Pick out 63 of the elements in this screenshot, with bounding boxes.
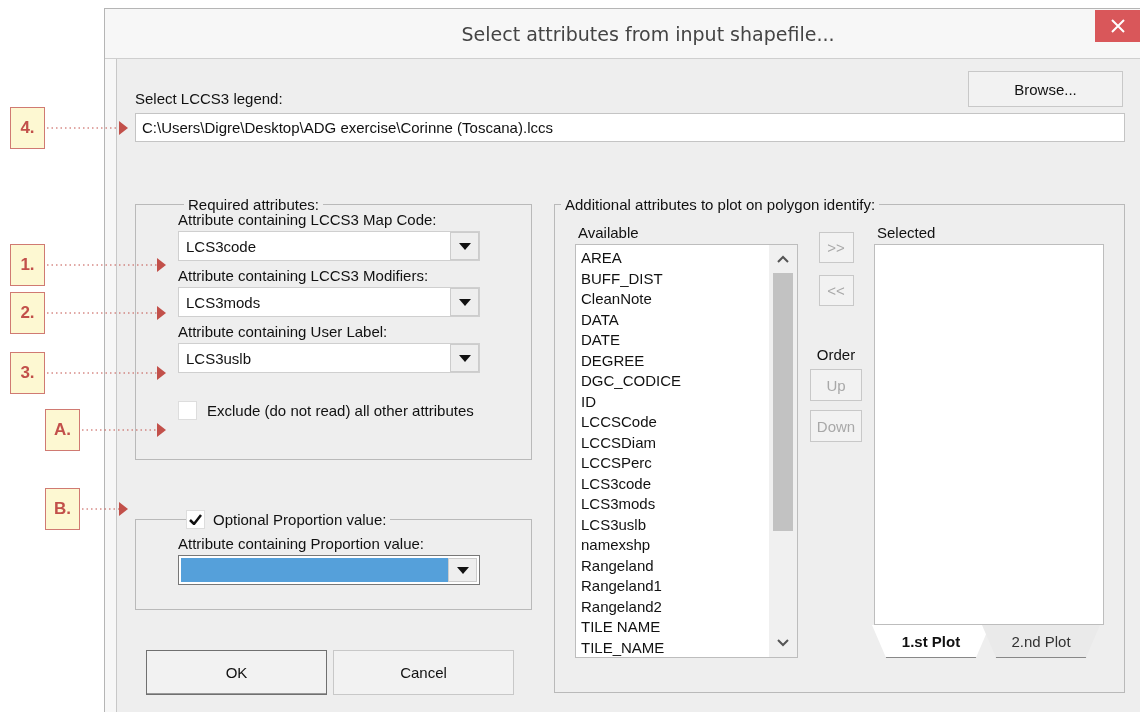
callout-badge: B. xyxy=(45,488,80,530)
field-label: Attribute containing Proportion value: xyxy=(178,535,425,552)
close-icon xyxy=(1111,19,1125,33)
list-item[interactable]: ID xyxy=(581,391,769,412)
path-field[interactable]: C:\Users\Digre\Desktop\ADG exercise\Corinne (Toscana).lccs xyxy=(135,113,1125,142)
list-item[interactable]: Rangeland1 xyxy=(581,576,769,597)
callout-badge: 1. xyxy=(10,244,45,286)
group-title: Required attributes: xyxy=(188,196,320,213)
checkbox-label: Optional Proportion value: xyxy=(213,511,387,528)
browse-button[interactable]: Browse... xyxy=(968,71,1123,107)
callout-badge: 3. xyxy=(10,352,45,394)
list-item[interactable]: DGC_CODICE xyxy=(581,371,769,392)
ok-button[interactable]: OK xyxy=(146,650,327,695)
dropdown-arrow-icon xyxy=(458,354,471,362)
dropdown-arrow-icon xyxy=(456,566,469,574)
close-button[interactable] xyxy=(1095,10,1140,42)
list-item[interactable]: BUFF_DIST xyxy=(581,268,769,289)
list-item[interactable]: Rangeland xyxy=(581,555,769,576)
field-label: Attribute containing User Label: xyxy=(178,323,389,340)
callout-badge: 2. xyxy=(10,292,45,334)
checkbox[interactable] xyxy=(186,510,205,529)
plot-tab[interactable]: 2.nd Plot xyxy=(982,625,1100,658)
attribute-dropdown[interactable]: LCS3uslb xyxy=(178,343,480,373)
column-label: Available xyxy=(577,223,640,243)
attribute-dropdown[interactable]: LCS3mods xyxy=(178,287,480,317)
window-title: Select attributes from input shapefile... xyxy=(461,22,835,45)
legend-label: Select LCCS3 legend: xyxy=(135,90,283,107)
list-item[interactable]: LCS3mods xyxy=(581,494,769,515)
check-icon xyxy=(189,514,202,525)
list-item[interactable]: TILE_NAME xyxy=(581,637,769,657)
list-item[interactable]: DATA xyxy=(581,309,769,330)
list-item[interactable]: DATE xyxy=(581,330,769,351)
available-list[interactable]: AREA BUFF_DIST CleanNote DATA DATE DEGREE DGC_CODICE ID LCCSCode LCCSDiam LCCSPerc LCS3code LCS3mods LCS3uslb namexshp Rangeland Rangeland1 Rangeland2 TILE NAME TILE_NAME xyxy=(575,244,798,658)
attribute-dropdown[interactable] xyxy=(178,555,480,585)
cancel-button[interactable]: Cancel xyxy=(333,650,514,695)
list-item[interactable]: LCS3code xyxy=(581,473,769,494)
list-item[interactable]: AREA xyxy=(581,248,769,269)
list-item[interactable]: CleanNote xyxy=(581,289,769,310)
list-item[interactable]: namexshp xyxy=(581,535,769,556)
dropdown-arrow-icon xyxy=(458,298,471,306)
list-item[interactable]: LCCSCode xyxy=(581,412,769,433)
callout-badge: A. xyxy=(45,409,80,451)
dropdown-arrow-icon xyxy=(458,242,471,250)
list-item[interactable]: LCS3uslb xyxy=(581,514,769,535)
scroll-up-icon xyxy=(777,255,789,263)
selected-list[interactable] xyxy=(874,244,1104,625)
scrollbar[interactable] xyxy=(769,245,797,657)
order-label: Order xyxy=(816,346,856,363)
list-item[interactable]: TILE NAME xyxy=(581,617,769,638)
attribute-dropdown[interactable]: LCS3code xyxy=(178,231,480,261)
field-label: Attribute containing LCCS3 Modifiers: xyxy=(178,267,430,284)
group-title: Additional attributes to plot on polygon identify: xyxy=(564,196,877,213)
checkbox[interactable] xyxy=(178,401,197,420)
scroll-thumb[interactable] xyxy=(773,273,793,531)
list-item[interactable]: DEGREE xyxy=(581,350,769,371)
callout-badge: 4. xyxy=(10,107,45,149)
scroll-down-icon xyxy=(777,639,789,647)
checkbox-label: Exclude (do not read) all other attributes xyxy=(207,402,474,419)
list-item[interactable]: LCCSDiam xyxy=(581,432,769,453)
leader-arrow xyxy=(80,502,128,516)
list-item[interactable]: Rangeland2 xyxy=(581,596,769,617)
list-item[interactable]: LCCSPerc xyxy=(581,453,769,474)
column-label: Selected xyxy=(876,223,937,243)
